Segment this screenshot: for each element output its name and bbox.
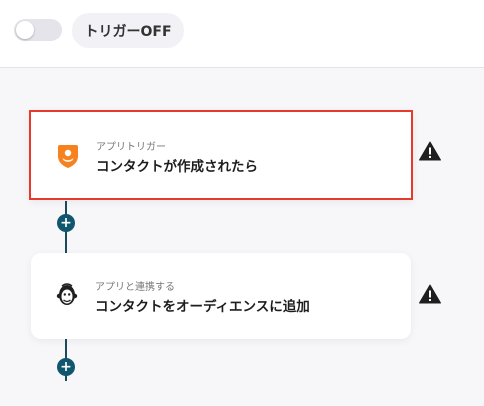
add-step-button[interactable]: + <box>57 358 75 376</box>
flow-canvas: アプリトリガー コンタクトが作成されたら + アプリと連携する コンタクトをオー… <box>0 69 484 406</box>
trigger-toggle[interactable] <box>14 19 62 41</box>
add-step-button[interactable]: + <box>57 214 75 232</box>
toggle-knob <box>16 21 34 39</box>
mailchimp-monkey-icon <box>56 283 78 305</box>
step-title: コンタクトをオーディエンスに追加 <box>95 299 310 315</box>
step-subtitle: アプリトリガー <box>96 142 166 153</box>
step-title: コンタクトが作成されたら <box>96 159 258 175</box>
top-bar: トリガーOFF <box>0 0 484 68</box>
flow-step-trigger[interactable]: アプリトリガー コンタクトが作成されたら <box>29 110 413 200</box>
step-subtitle: アプリと連携する <box>95 282 175 293</box>
trigger-status-label: トリガーOFF <box>72 13 184 48</box>
warning-icon[interactable] <box>419 284 441 304</box>
flow-step-action[interactable]: アプリと連携する コンタクトをオーディエンスに追加 <box>31 253 411 339</box>
orange-shield-app-icon <box>58 145 78 168</box>
warning-icon[interactable] <box>419 141 441 161</box>
